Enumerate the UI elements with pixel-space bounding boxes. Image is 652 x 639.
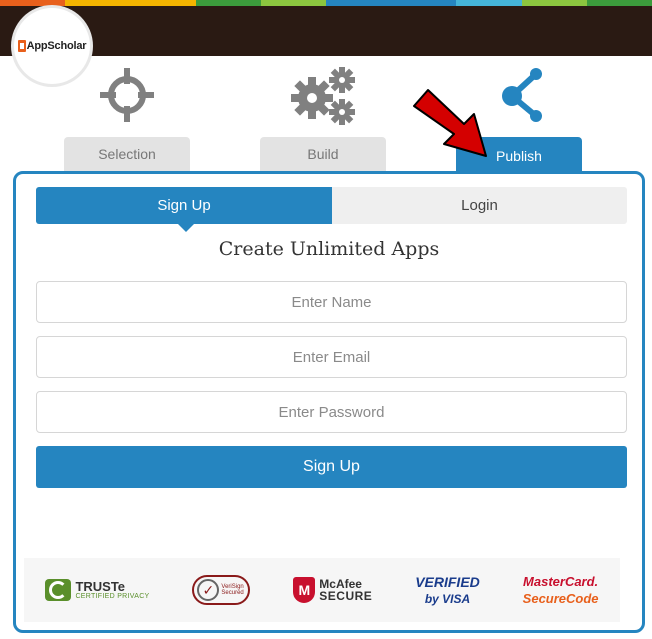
truste-label: TRUSTe [75,579,126,594]
header-band [0,6,652,56]
visa-sublabel: by VISA [424,592,471,606]
mastercard-label: MasterCard. [523,574,599,589]
verisign-check-icon: ✓ [197,579,220,601]
share-icon [502,68,542,122]
signup-tab[interactable]: Sign Up [36,187,332,232]
verisign-sublabel: Secured [221,590,244,596]
mcafee-shield-icon: M [293,577,316,603]
tab-build[interactable]: Build [260,137,386,171]
truste-logo-icon [45,579,72,601]
app-logo[interactable]: AppScholar [14,8,90,84]
mcafee-sublabel: SECURE [319,589,373,603]
form-title: Create Unlimited Apps [218,238,440,260]
visa-label: VERIFIED [415,574,480,590]
verified-by-visa-badge: VERIFIED by VISA [415,575,480,605]
trust-badges: TRUSTe CERTIFIED PRIVACY ✓ VeriSign Secu… [24,558,620,622]
name-field[interactable] [36,281,627,323]
logo-text: AppScholar [26,40,87,52]
mastercard-sublabel: SecureCode [522,591,599,606]
logo-mark-icon [17,40,26,52]
truste-sublabel: CERTIFIED PRIVACY [75,593,150,600]
verisign-badge: ✓ VeriSign Secured [192,575,251,605]
truste-badge: TRUSTe CERTIFIED PRIVACY [45,579,149,601]
email-field[interactable] [36,336,627,378]
password-field[interactable] [36,391,627,433]
tab-selection[interactable]: Selection [64,137,190,171]
crosshair-icon [100,68,154,122]
auth-toggle: Sign Up Login [36,187,627,232]
signup-panel: Sign Up Login Create Unlimited Apps Sign… [13,171,645,633]
red-arrow-icon [413,89,487,157]
login-tab[interactable]: Login [332,187,627,224]
mcafee-badge: M McAfee SECURE [293,577,372,603]
gears-icon [291,67,355,125]
signup-submit-button[interactable]: Sign Up [36,446,627,488]
mastercard-securecode-badge: MasterCard. SecureCode [523,575,599,605]
